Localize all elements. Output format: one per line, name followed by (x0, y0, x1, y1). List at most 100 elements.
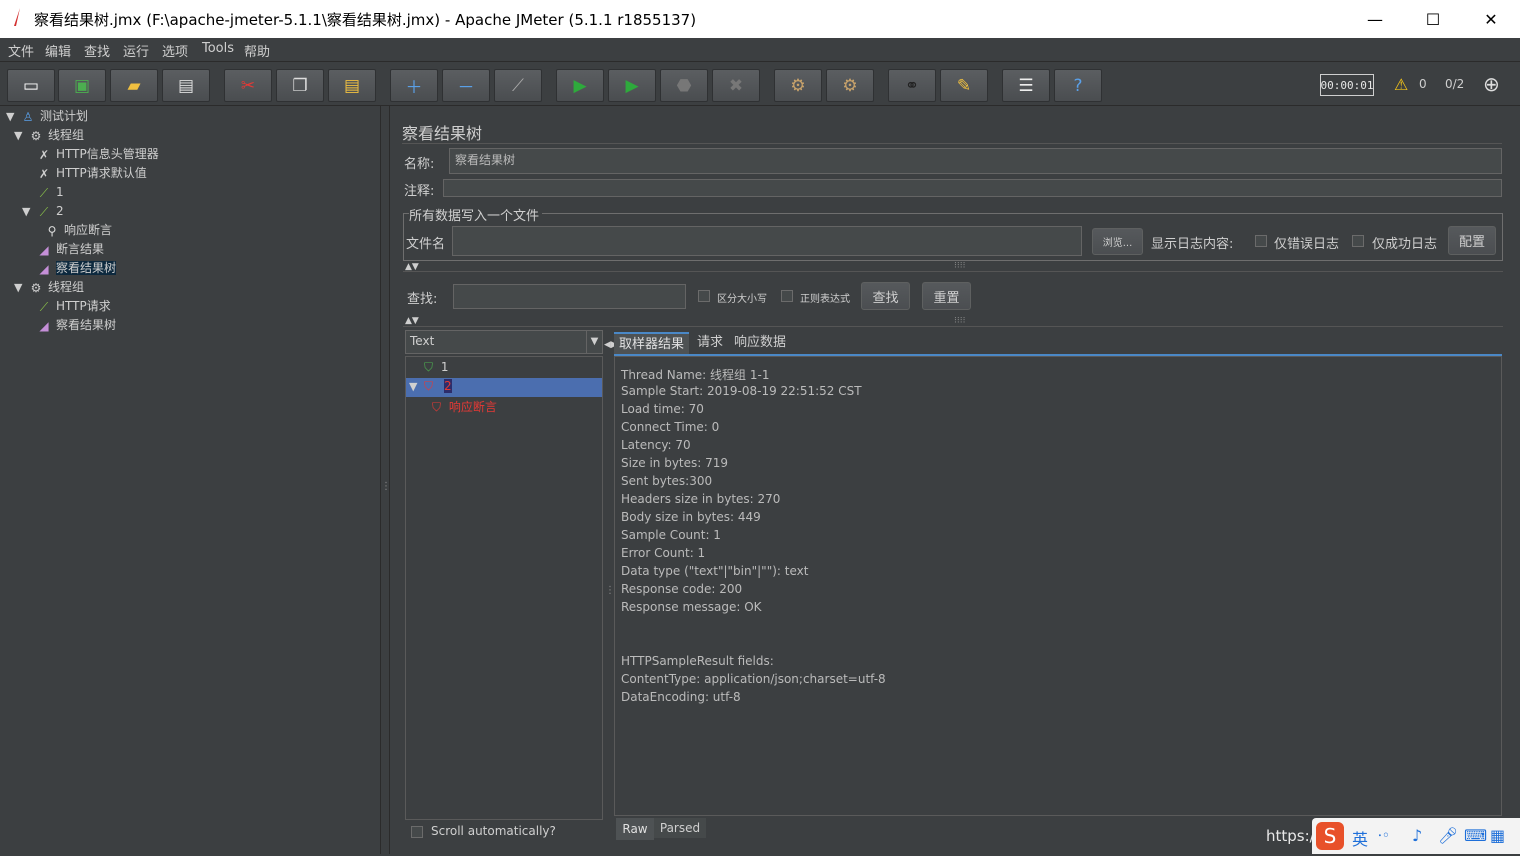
splitter-grip-icon[interactable]: ⁝⁝⁝⁝ (954, 316, 965, 326)
shield-x-icon: ⛉ (432, 400, 442, 414)
tree-item-http-request[interactable]: ⟋ HTTP请求 (36, 297, 111, 315)
ime-english-icon[interactable]: 英 (1352, 826, 1368, 850)
tree-item-sampler-1[interactable]: ⟋ 1 (36, 183, 64, 201)
name-label: 名称: (404, 157, 435, 172)
menu-help[interactable]: 帮助 (244, 41, 270, 60)
collapse-icon[interactable]: － (442, 69, 490, 102)
search-input[interactable] (453, 284, 686, 309)
function-helper-icon[interactable]: ☰ (1002, 69, 1050, 102)
tree-item-assertion-results[interactable]: ◢ 断言结果 (36, 240, 104, 258)
tree-item-sampler-2[interactable]: ⟋ 2 (36, 202, 64, 220)
chevron-down-icon[interactable]: ▼ (409, 380, 417, 393)
menu-options[interactable]: 选项 (162, 41, 188, 60)
sample-row[interactable]: ⛉ 响应断言 (432, 398, 497, 416)
gear-icon: ⚙ (30, 280, 42, 295)
sample-row-selected[interactable]: ▼ ⛉ 2 (406, 378, 602, 397)
sampler-pipette-icon: ⟋ (39, 299, 49, 314)
case-sensitive-checkbox[interactable] (698, 290, 710, 302)
new-icon[interactable]: ▭ (7, 69, 55, 102)
menu-tools[interactable]: Tools (202, 41, 234, 56)
splitter-grip-icon[interactable]: ⁝⁝⁝⁝ (954, 261, 965, 271)
tree-item-thread-group[interactable]: ⚙ 线程组 (28, 126, 84, 144)
result-line: Sample Start: 2019-08-19 22:51:52 CST (621, 384, 862, 398)
magnifier-icon: ⚲ (47, 223, 57, 238)
maximize-button[interactable]: ☐ (1404, 0, 1462, 38)
tab-request[interactable]: 请求 (692, 332, 728, 354)
search-icon[interactable]: ⚭ (888, 69, 936, 102)
find-button[interactable]: 查找 (861, 282, 910, 310)
tree-item-test-plan[interactable]: ♙ 测试计划 (20, 107, 88, 125)
scroll-auto-checkbox[interactable] (411, 826, 423, 838)
filename-field[interactable] (452, 226, 1082, 256)
tree-item-request-defaults[interactable]: ✗ HTTP请求默认值 (36, 164, 147, 182)
chevron-down-icon[interactable]: ▼ (586, 331, 602, 353)
ime-voice-icon[interactable]: 🎤︎ (1438, 826, 1458, 845)
ime-skin-icon[interactable]: ♪ (1412, 826, 1422, 845)
chevron-down-icon[interactable]: ▼ (14, 129, 22, 142)
tree-item-response-assertion[interactable]: ⚲ 响应断言 (44, 221, 112, 239)
regex-label: 正则表达式 (800, 294, 850, 305)
open-icon[interactable]: ▰ (110, 69, 158, 102)
regex-checkbox[interactable] (781, 290, 793, 302)
menu-search[interactable]: 查找 (84, 41, 110, 60)
title-bar: 察看结果树.jmx (F:\apache-jmeter-5.1.1\察看结果树.… (0, 0, 1520, 38)
sample-row[interactable]: ⛉ 1 (424, 360, 448, 378)
reset-search-icon[interactable]: ✎ (940, 69, 988, 102)
success-only-label: 仅成功日志 (1372, 237, 1438, 252)
search-label: 查找: (407, 292, 438, 307)
minimize-button[interactable]: — (1346, 0, 1404, 38)
remote-icon[interactable]: ⊕ (1483, 72, 1500, 96)
tab-sampler-result[interactable]: 取样器结果 (614, 332, 690, 356)
tab-parsed[interactable]: Parsed (654, 818, 706, 838)
help-icon[interactable]: ? (1054, 69, 1102, 102)
shutdown-icon[interactable]: ✖ (712, 69, 760, 102)
reset-button[interactable]: 重置 (922, 282, 971, 310)
chevron-down-icon[interactable]: ▼ (6, 110, 14, 123)
browse-button[interactable]: 浏览... (1092, 228, 1143, 255)
jmeter-feather-icon (14, 8, 20, 26)
window-title: 察看结果树.jmx (F:\apache-jmeter-5.1.1\察看结果树.… (34, 11, 697, 29)
ime-punctuation-icon[interactable]: ⸱◦ (1378, 826, 1390, 845)
test-plan-icon: ♙ (22, 109, 34, 124)
tree-item-thread-group-2[interactable]: ⚙ 线程组 (28, 278, 84, 296)
ime-keyboard-icon[interactable]: ⌨ (1464, 826, 1487, 845)
tab-response-data[interactable]: 响应数据 (729, 332, 791, 354)
menu-file[interactable]: 文件 (8, 41, 34, 60)
chevron-down-icon[interactable]: ▼ (22, 205, 30, 218)
success-only-checkbox[interactable] (1352, 235, 1364, 247)
comment-field[interactable] (443, 179, 1502, 197)
stop-icon[interactable]: ⬣ (660, 69, 708, 102)
close-button[interactable]: ✕ (1462, 0, 1520, 38)
tree-item-view-results-tree-2[interactable]: ◢ 察看结果树 (36, 316, 116, 334)
ime-more-icon[interactable]: ▦ (1490, 826, 1505, 845)
menu-edit[interactable]: 编辑 (45, 41, 71, 60)
start-no-pauses-icon[interactable]: ▶ (608, 69, 656, 102)
tree-item-header-manager[interactable]: ✗ HTTP信息头管理器 (36, 145, 159, 163)
save-icon[interactable]: ▤ (162, 69, 210, 102)
warning-icon[interactable]: ⚠ (1394, 75, 1408, 94)
paste-icon[interactable]: ▤ (328, 69, 376, 102)
result-text-area[interactable] (614, 356, 1502, 816)
tree-item-view-results-tree[interactable]: ◢ 察看结果树 (36, 259, 117, 277)
menu-bar: 文件 编辑 查找 运行 选项 Tools 帮助 (0, 38, 1520, 62)
copy-icon[interactable]: ❐ (276, 69, 324, 102)
tab-raw[interactable]: Raw (616, 818, 654, 840)
collapse-arrows-icon[interactable]: ▲▼ (405, 316, 419, 326)
renderer-select[interactable]: Text ▼ (405, 330, 603, 354)
chevron-down-icon[interactable]: ▼ (14, 281, 22, 294)
clear-all-icon[interactable]: ⚙ (826, 69, 874, 102)
configure-button[interactable]: 配置 (1448, 226, 1496, 255)
expand-icon[interactable]: ＋ (390, 69, 438, 102)
start-icon[interactable]: ▶ (556, 69, 604, 102)
name-field[interactable]: 察看结果树 (449, 148, 1502, 174)
menu-run[interactable]: 运行 (123, 41, 149, 60)
clear-icon[interactable]: ⚙ (774, 69, 822, 102)
ime-logo-icon[interactable]: S (1316, 822, 1344, 850)
errors-only-checkbox[interactable] (1255, 235, 1267, 247)
templates-icon[interactable]: ▣ (58, 69, 106, 102)
toolbar: ▭ ▣ ▰ ▤ ✂ ❐ ▤ ＋ － ⟋ ▶ ▶ ⬣ ✖ ⚙ ⚙ ⚭ ✎ ☰ ? … (0, 62, 1520, 106)
cut-icon[interactable]: ✂ (224, 69, 272, 102)
shield-check-icon: ⛉ (424, 360, 434, 374)
toggle-icon[interactable]: ⟋ (494, 69, 542, 102)
panel-splitter[interactable]: ⋮ (380, 106, 391, 854)
